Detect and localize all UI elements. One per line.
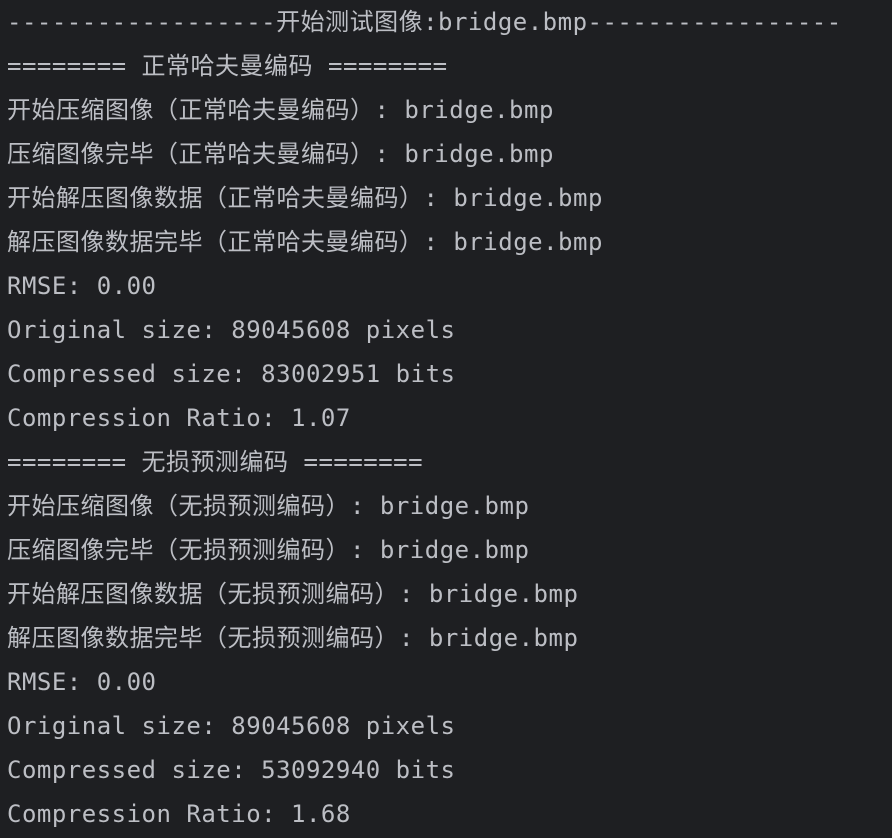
compressed-size-line: Compressed size: 53092940 bits: [7, 756, 456, 784]
compressed-size-line: Compressed size: 83002951 bits: [7, 360, 456, 388]
compression-ratio-line: Compression Ratio: 1.07: [7, 404, 351, 432]
test-start-banner: ------------------开始测试图像:bridge.bmp-----…: [7, 8, 842, 36]
log-line: 开始压缩图像（正常哈夫曼编码）: bridge.bmp: [7, 96, 554, 124]
compression-ratio-line: Compression Ratio: 1.68: [7, 800, 351, 828]
log-line: 解压图像数据完毕（正常哈夫曼编码）: bridge.bmp: [7, 228, 603, 256]
log-line: 开始解压图像数据（正常哈夫曼编码）: bridge.bmp: [7, 184, 603, 212]
rmse-line: RMSE: 0.00: [7, 668, 157, 696]
section-header-lossless: ======== 无损预测编码 ========: [7, 448, 424, 476]
rmse-line: RMSE: 0.00: [7, 272, 157, 300]
log-line: 开始解压图像数据（无损预测编码）: bridge.bmp: [7, 580, 579, 608]
original-size-line: Original size: 89045608 pixels: [7, 712, 456, 740]
log-line: 开始压缩图像（无损预测编码）: bridge.bmp: [7, 492, 530, 520]
log-line: 压缩图像完毕（正常哈夫曼编码）: bridge.bmp: [7, 140, 554, 168]
section-header-huffman: ======== 正常哈夫曼编码 ========: [7, 52, 448, 80]
log-line: 压缩图像完毕（无损预测编码）: bridge.bmp: [7, 536, 530, 564]
log-line: 解压图像数据完毕（无损预测编码）: bridge.bmp: [7, 624, 579, 652]
console-output: ------------------开始测试图像:bridge.bmp-----…: [7, 0, 892, 838]
original-size-line: Original size: 89045608 pixels: [7, 316, 456, 344]
